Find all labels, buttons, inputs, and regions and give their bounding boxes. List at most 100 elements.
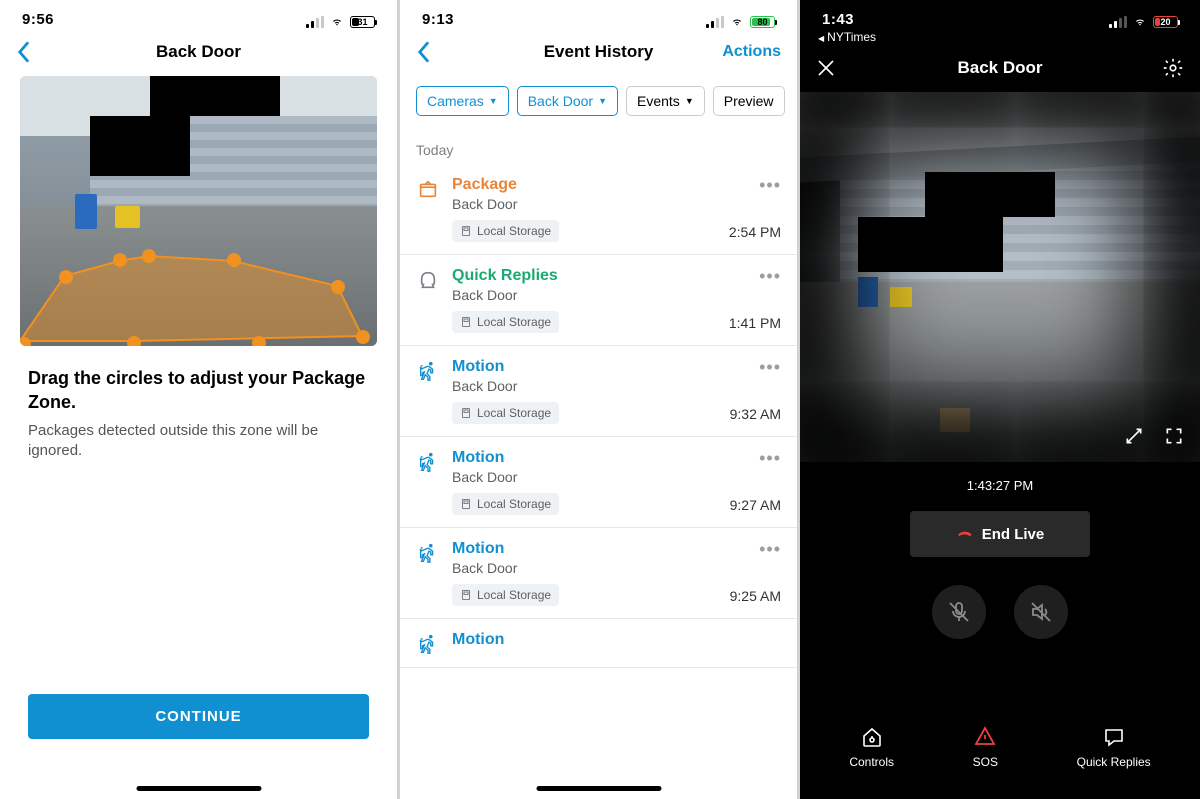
zone-handle[interactable]: [59, 270, 73, 284]
event-more-button[interactable]: •••: [759, 358, 781, 382]
quick-icon: [416, 267, 440, 333]
screen-live-view: 1:43 20 NYTimes Back Door 1:43:27 PM E: [800, 0, 1200, 799]
filter-camera-selected[interactable]: Back Door▼: [517, 86, 618, 116]
live-controls: [800, 585, 1200, 639]
camera-preview[interactable]: [20, 76, 377, 346]
motion-icon: [416, 358, 440, 424]
storage-badge: Local Storage: [452, 493, 559, 515]
status-bar: 9:13 80: [400, 0, 797, 28]
bottom-nav: Controls SOS Quick Replies: [800, 725, 1200, 769]
battery-icon: 20: [1153, 16, 1178, 28]
speaker-mute-button[interactable]: [1014, 585, 1068, 639]
redaction: [858, 217, 1003, 272]
event-source: Back Door: [452, 560, 718, 576]
wifi-icon: [1132, 16, 1148, 28]
event-time: 9:25 AM: [730, 564, 781, 604]
back-button[interactable]: [16, 41, 30, 63]
status-time: 1:43: [822, 11, 854, 28]
status-bar: 9:56 31: [0, 0, 397, 28]
event-row[interactable]: Motion Back Door Local Storage •••9:32 AM: [400, 346, 797, 437]
package-zone-overlay[interactable]: [20, 236, 377, 346]
event-time: 9:27 AM: [730, 473, 781, 513]
event-row[interactable]: Motion Back Door Local Storage •••9:27 AM: [400, 437, 797, 528]
screen-event-history: 9:13 80 Event History Actions Cameras▼ B…: [400, 0, 800, 799]
section-label: Today: [400, 126, 797, 164]
storage-badge: Local Storage: [452, 402, 559, 424]
instruction-subtext: Packages detected outside this zone will…: [0, 421, 397, 462]
expand-button[interactable]: [1124, 426, 1144, 446]
zone-handle[interactable]: [142, 249, 156, 263]
event-time: 9:32 AM: [730, 382, 781, 422]
battery-icon: 31: [350, 16, 375, 28]
page-title: Back Door: [156, 42, 241, 62]
live-camera-view[interactable]: [800, 92, 1200, 462]
status-icons: 20: [1109, 16, 1178, 28]
status-bar: 1:43 20: [800, 0, 1200, 28]
storage-badge: Local Storage: [452, 220, 559, 242]
event-row[interactable]: Quick RepliesBack DoorLocal Storage•••1:…: [400, 255, 797, 346]
back-to-app[interactable]: NYTimes: [800, 28, 1200, 44]
nav-quick-replies[interactable]: Quick Replies: [1077, 725, 1151, 769]
fullscreen-button[interactable]: [1164, 426, 1184, 446]
zone-handle[interactable]: [113, 253, 127, 267]
event-time: 2:54 PM: [729, 200, 781, 240]
zone-handle[interactable]: [127, 336, 141, 346]
event-row[interactable]: Package Back Door Local Storage •••2:54 PM: [400, 164, 797, 255]
storage-badge: Local Storage: [452, 311, 559, 333]
event-more-button[interactable]: •••: [759, 540, 781, 564]
motion-icon: [416, 540, 440, 606]
live-timestamp: 1:43:27 PM: [800, 478, 1200, 493]
event-title: Quick Replies: [452, 267, 717, 285]
continue-button[interactable]: CONTINUE: [28, 694, 369, 739]
event-source: Back Door: [452, 469, 718, 485]
mic-mute-button[interactable]: [932, 585, 986, 639]
event-title: Motion: [452, 540, 718, 558]
actions-button[interactable]: Actions: [722, 43, 781, 61]
back-button[interactable]: [416, 41, 430, 63]
nav-bar: Back Door: [800, 44, 1200, 92]
package-icon: [416, 176, 440, 242]
end-live-button[interactable]: End Live: [910, 511, 1090, 557]
wifi-icon: [729, 16, 745, 28]
battery-icon: 80: [750, 16, 775, 28]
event-more-button[interactable]: •••: [759, 267, 781, 291]
status-time: 9:56: [22, 11, 54, 28]
status-icons: 80: [706, 16, 775, 28]
page-title: Event History: [544, 42, 654, 62]
event-row[interactable]: Motion Back Door Local Storage •••9:25 AM: [400, 528, 797, 619]
filter-cameras[interactable]: Cameras▼: [416, 86, 509, 116]
nav-controls[interactable]: Controls: [849, 725, 894, 769]
home-indicator[interactable]: [536, 786, 661, 791]
zone-handle[interactable]: [331, 280, 345, 294]
signal-icon: [1109, 16, 1127, 28]
event-title: Motion: [452, 449, 718, 467]
filter-preview[interactable]: Preview: [713, 86, 785, 116]
event-source: Back Door: [452, 378, 718, 394]
event-title: Motion: [452, 358, 718, 376]
event-more-button[interactable]: •••: [759, 176, 781, 200]
motion-icon: [416, 631, 440, 655]
nav-sos[interactable]: SOS: [973, 725, 998, 769]
page-title: Back Door: [957, 58, 1042, 78]
filter-bar: Cameras▼ Back Door▼ Events▼ Preview: [400, 76, 797, 126]
event-source: Back Door: [452, 196, 717, 212]
status-icons: 31: [306, 16, 375, 28]
storage-badge: Local Storage: [452, 584, 559, 606]
home-indicator[interactable]: [136, 786, 261, 791]
filter-events[interactable]: Events▼: [626, 86, 705, 116]
signal-icon: [706, 16, 724, 28]
event-title: Motion: [452, 631, 769, 649]
status-time: 9:13: [422, 11, 454, 28]
zone-handle[interactable]: [227, 253, 241, 267]
signal-icon: [306, 16, 324, 28]
screen-package-zone: 9:56 31 Back Door: [0, 0, 400, 799]
event-title: Package: [452, 176, 717, 194]
zone-handle[interactable]: [356, 330, 370, 344]
motion-icon: [416, 449, 440, 515]
event-list[interactable]: PackageBack DoorLocal Storage•••2:54 PMQ…: [400, 164, 797, 668]
event-more-button[interactable]: •••: [759, 449, 781, 473]
settings-button[interactable]: [1162, 57, 1184, 79]
event-row[interactable]: Motion: [400, 619, 797, 668]
zone-handle[interactable]: [252, 336, 266, 346]
close-button[interactable]: [816, 58, 836, 78]
